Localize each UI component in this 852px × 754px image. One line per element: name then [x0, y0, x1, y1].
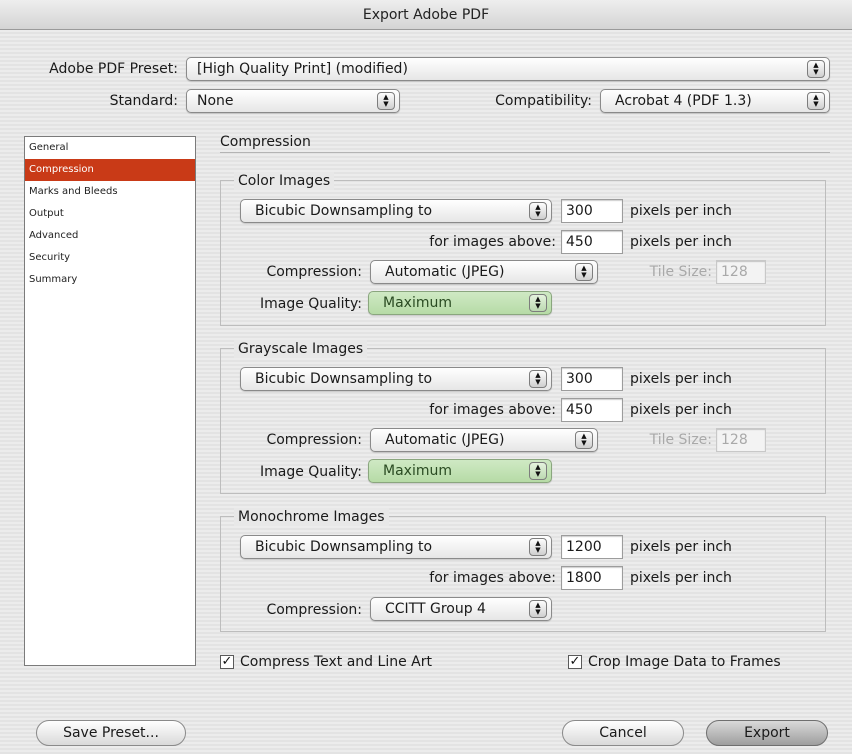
grayscale-images-title: Grayscale Images: [234, 340, 368, 358]
popup-arrows-icon: ▲ ▼: [529, 600, 547, 618]
color-downsample-value: Bicubic Downsampling to: [255, 203, 433, 219]
compress-text-checkbox[interactable]: ✓: [220, 655, 234, 669]
sidebar-item-advanced[interactable]: Advanced: [25, 225, 195, 247]
section-title: Compression: [220, 134, 311, 150]
grayscale-quality-popup[interactable]: Maximum ▲ ▼: [368, 459, 552, 483]
popup-arrows-icon: ▲ ▼: [529, 538, 547, 556]
grayscale-quality-label: Image Quality:: [259, 464, 362, 480]
color-quality-popup[interactable]: Maximum ▲ ▼: [368, 291, 552, 315]
monochrome-compression-label: Compression:: [266, 602, 362, 618]
grayscale-tile-field: 128: [716, 428, 766, 452]
color-tile-label: Tile Size:: [649, 264, 712, 280]
monochrome-above-field[interactable]: 1800: [561, 566, 623, 590]
monochrome-downsample-value: Bicubic Downsampling to: [255, 539, 433, 555]
grayscale-compression-popup[interactable]: Automatic (JPEG) ▲ ▼: [370, 428, 598, 452]
sidebar-item-summary[interactable]: Summary: [25, 269, 195, 291]
save-preset-button[interactable]: Save Preset...: [36, 720, 186, 746]
popup-arrows-icon: ▲ ▼: [377, 92, 395, 110]
color-compression-label: Compression:: [266, 264, 362, 280]
popup-arrows-icon: ▲ ▼: [575, 263, 593, 281]
color-ppi-field[interactable]: 300: [561, 199, 623, 223]
monochrome-above-label: for images above:: [429, 570, 556, 586]
popup-arrows-icon: ▲ ▼: [529, 462, 547, 480]
color-compression-value: Automatic (JPEG): [385, 264, 505, 280]
grayscale-compression-label: Compression:: [266, 432, 362, 448]
sidebar-item-marks-and-bleeds[interactable]: Marks and Bleeds: [25, 181, 195, 203]
export-button[interactable]: Export: [706, 720, 828, 746]
sidebar-item-security[interactable]: Security: [25, 247, 195, 269]
grayscale-downsample-popup[interactable]: Bicubic Downsampling to ▲ ▼: [240, 367, 552, 391]
popup-arrows-icon: ▲ ▼: [807, 92, 825, 110]
color-above-unit: pixels per inch: [630, 234, 732, 250]
category-list: General Compression Marks and Bleeds Out…: [24, 136, 196, 666]
section-divider: [220, 152, 830, 153]
standard-value: None: [197, 93, 234, 109]
standard-label: Standard:: [109, 93, 178, 109]
compatibility-value: Acrobat 4 (PDF 1.3): [615, 93, 752, 109]
popup-arrows-icon: ▲ ▼: [807, 60, 825, 78]
grayscale-above-label: for images above:: [429, 402, 556, 418]
monochrome-compression-value: CCITT Group 4: [385, 601, 486, 617]
sidebar-item-compression[interactable]: Compression: [25, 159, 195, 181]
monochrome-downsample-popup[interactable]: Bicubic Downsampling to ▲ ▼: [240, 535, 552, 559]
color-above-label: for images above:: [429, 234, 556, 250]
grayscale-quality-value: Maximum: [383, 463, 452, 479]
crop-image-checkbox[interactable]: ✓: [568, 655, 582, 669]
popup-arrows-icon: ▲ ▼: [575, 431, 593, 449]
color-tile-field: 128: [716, 260, 766, 284]
grayscale-above-field[interactable]: 450: [561, 398, 623, 422]
color-quality-label: Image Quality:: [259, 296, 362, 312]
preset-label: Adobe PDF Preset:: [49, 61, 178, 77]
compatibility-label: Compatibility:: [495, 93, 592, 109]
crop-image-label: Crop Image Data to Frames: [588, 654, 781, 670]
monochrome-ppi-unit: pixels per inch: [630, 539, 732, 555]
color-downsample-popup[interactable]: Bicubic Downsampling to ▲ ▼: [240, 199, 552, 223]
color-compression-popup[interactable]: Automatic (JPEG) ▲ ▼: [370, 260, 598, 284]
sidebar-item-output[interactable]: Output: [25, 203, 195, 225]
preset-value: [High Quality Print] (modified): [197, 61, 408, 77]
grayscale-tile-label: Tile Size:: [649, 432, 712, 448]
color-above-field[interactable]: 450: [561, 230, 623, 254]
color-quality-value: Maximum: [383, 295, 452, 311]
preset-popup[interactable]: [High Quality Print] (modified) ▲ ▼: [186, 57, 830, 81]
monochrome-above-unit: pixels per inch: [630, 570, 732, 586]
grayscale-ppi-field[interactable]: 300: [561, 367, 623, 391]
color-images-title: Color Images: [234, 172, 335, 190]
monochrome-images-title: Monochrome Images: [234, 508, 389, 526]
cancel-button[interactable]: Cancel: [562, 720, 684, 746]
monochrome-compression-popup[interactable]: CCITT Group 4 ▲ ▼: [370, 597, 552, 621]
compress-text-label: Compress Text and Line Art: [240, 654, 432, 670]
grayscale-ppi-unit: pixels per inch: [630, 371, 732, 387]
window-title: Export Adobe PDF: [362, 7, 490, 23]
popup-arrows-icon: ▲ ▼: [529, 294, 547, 312]
window-title-bar: Export Adobe PDF: [0, 0, 852, 30]
sidebar-item-general[interactable]: General: [25, 137, 195, 159]
compatibility-popup[interactable]: Acrobat 4 (PDF 1.3) ▲ ▼: [600, 89, 830, 113]
popup-arrows-icon: ▲ ▼: [529, 202, 547, 220]
grayscale-above-unit: pixels per inch: [630, 402, 732, 418]
color-ppi-unit: pixels per inch: [630, 203, 732, 219]
monochrome-ppi-field[interactable]: 1200: [561, 535, 623, 559]
grayscale-downsample-value: Bicubic Downsampling to: [255, 371, 433, 387]
standard-popup[interactable]: None ▲ ▼: [186, 89, 400, 113]
popup-arrows-icon: ▲ ▼: [529, 370, 547, 388]
grayscale-compression-value: Automatic (JPEG): [385, 432, 505, 448]
